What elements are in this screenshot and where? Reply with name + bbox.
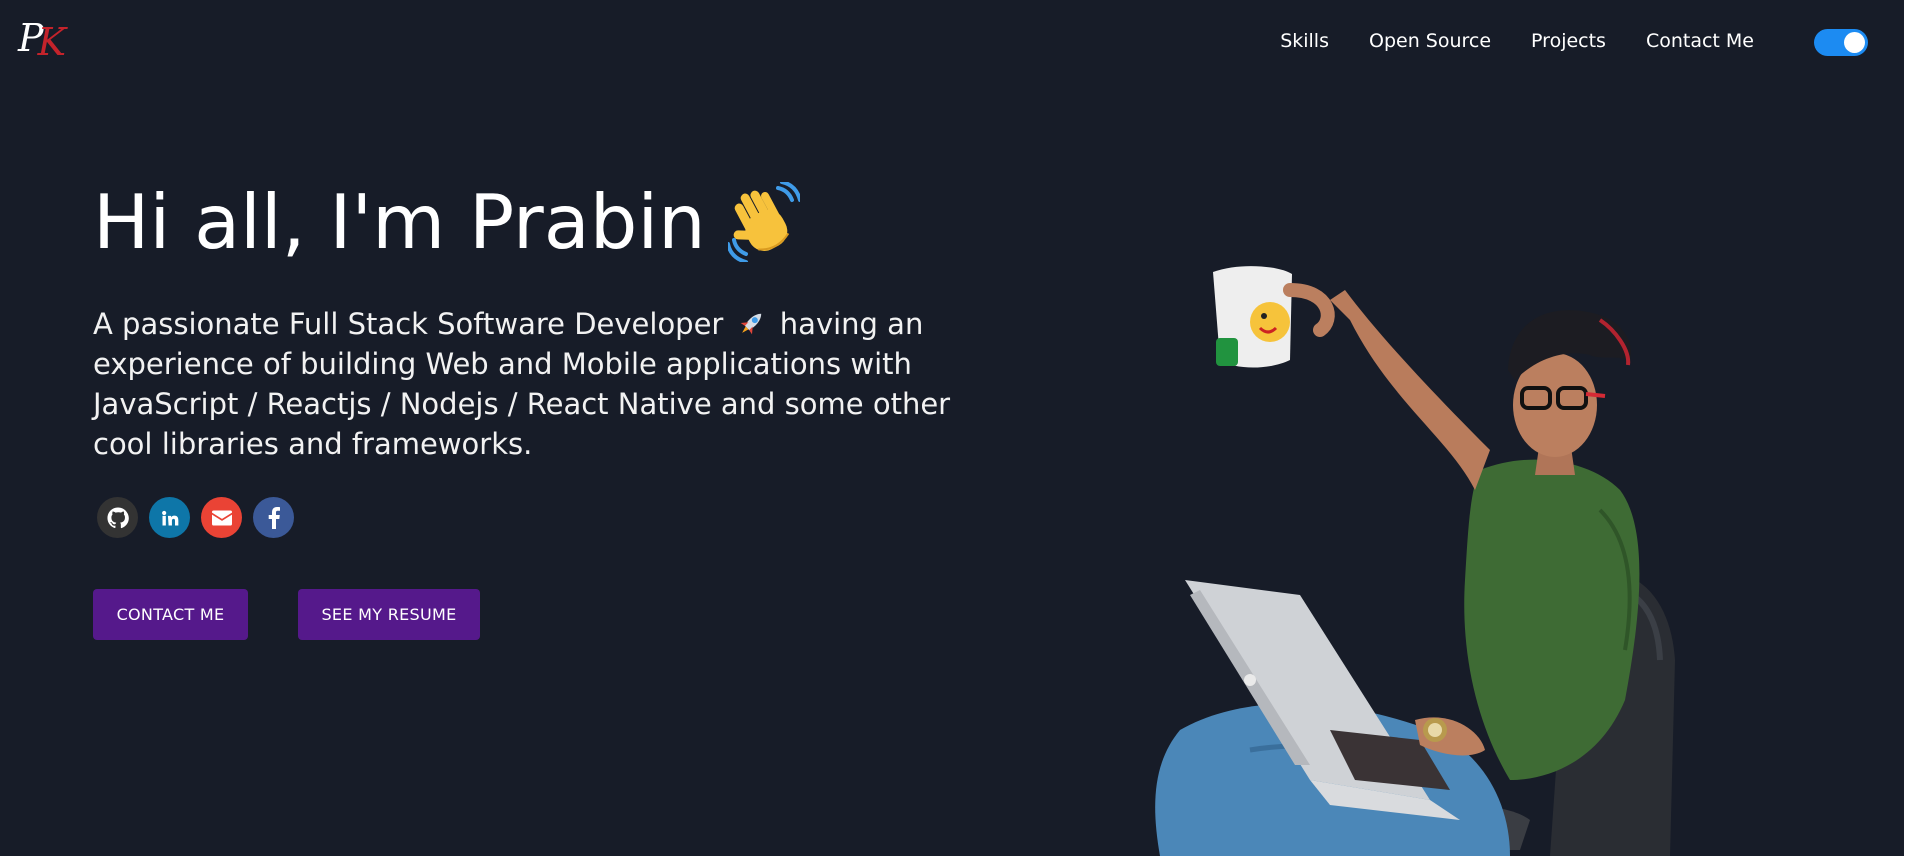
- nav-open-source[interactable]: Open Source: [1349, 26, 1511, 56]
- hero-section: Hi all, I'm Prabin A passionate Full Sta…: [93, 170, 993, 464]
- theme-toggle[interactable]: [1814, 29, 1868, 56]
- greeting-heading: Hi all, I'm Prabin: [93, 170, 993, 274]
- social-links: [97, 497, 294, 538]
- greeting-text: Hi all, I'm Prabin: [93, 178, 706, 266]
- nav-projects[interactable]: Projects: [1511, 26, 1626, 56]
- github-icon[interactable]: [97, 497, 138, 538]
- intro-text: A passionate Full Stack Software Develop…: [93, 304, 963, 464]
- linkedin-icon[interactable]: [149, 497, 190, 538]
- nav-skills[interactable]: Skills: [1260, 26, 1349, 56]
- mail-icon[interactable]: [201, 497, 242, 538]
- page: P K Skills Open Source Projects Contact …: [0, 0, 1906, 856]
- toggle-knob: [1844, 32, 1865, 53]
- contact-me-button[interactable]: CONTACT ME: [93, 589, 248, 640]
- nav-contact-me[interactable]: Contact Me: [1626, 26, 1774, 56]
- see-resume-button[interactable]: SEE MY RESUME: [298, 589, 480, 640]
- header: P K Skills Open Source Projects Contact …: [0, 0, 1904, 84]
- waving-hand-icon: [725, 180, 802, 264]
- logo[interactable]: P K: [18, 16, 66, 64]
- intro-part-1: A passionate Full Stack Software Develop…: [93, 307, 733, 341]
- rocket-icon: [737, 308, 767, 338]
- main-nav: Skills Open Source Projects Contact Me: [1260, 24, 1774, 58]
- facebook-icon[interactable]: [253, 497, 294, 538]
- logo-letter-k: K: [37, 20, 66, 64]
- developer-photo: [1130, 260, 1750, 856]
